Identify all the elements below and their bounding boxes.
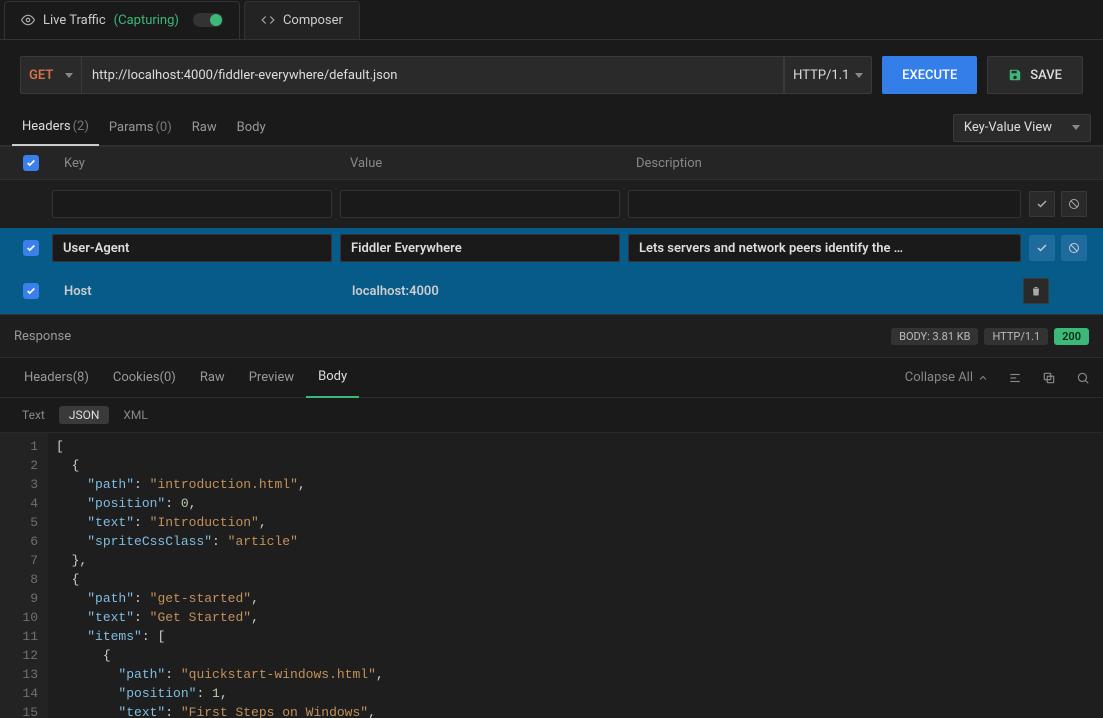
header-row[interactable]: Host localhost:4000	[0, 268, 1103, 314]
new-header-value[interactable]	[340, 190, 620, 218]
chevron-down-icon	[1072, 125, 1080, 130]
tab-headers[interactable]: Headers(2)	[12, 110, 99, 146]
resp-tab-cookies[interactable]: Cookies(0)	[101, 358, 188, 398]
resp-tab-raw[interactable]: Raw	[188, 358, 237, 398]
chevron-down-icon	[855, 73, 863, 78]
row-checkbox[interactable]	[23, 240, 39, 256]
new-header-row	[0, 180, 1103, 228]
confirm-button[interactable]	[1029, 235, 1055, 261]
save-icon	[1008, 68, 1022, 82]
tab-raw[interactable]: Raw	[182, 110, 227, 146]
save-button[interactable]: SAVE	[987, 56, 1083, 94]
select-all-checkbox[interactable]	[23, 155, 39, 171]
header-key[interactable]: User-Agent	[52, 234, 332, 262]
response-title: Response	[14, 329, 71, 344]
header-value: localhost:4000	[340, 284, 628, 299]
body-type-text[interactable]: Text	[22, 408, 45, 422]
header-row[interactable]: User-Agent Fiddler Everywhere Lets serve…	[0, 228, 1103, 268]
col-value: Value	[338, 156, 624, 171]
col-key: Key	[52, 156, 338, 171]
headers-table-head: Key Value Description	[0, 146, 1103, 180]
url-input[interactable]: http://localhost:4000/fiddler-everywhere…	[82, 56, 784, 94]
tab-composer-label: Composer	[283, 13, 343, 28]
eye-icon	[21, 13, 35, 27]
body-type-xml[interactable]: XML	[123, 408, 147, 422]
view-mode-select[interactable]: Key-Value View	[953, 114, 1091, 142]
tab-live-traffic[interactable]: Live Traffic (Capturing)	[4, 1, 240, 39]
code-area[interactable]: [ { "path": "introduction.html", "positi…	[48, 433, 1103, 718]
row-checkbox[interactable]	[23, 283, 39, 299]
tab-params[interactable]: Params(0)	[99, 110, 182, 146]
resp-tab-headers[interactable]: Headers(8)	[12, 358, 101, 398]
http-version-badge: HTTP/1.1	[984, 328, 1048, 345]
new-header-key[interactable]	[52, 190, 332, 218]
body-type-json[interactable]: JSON	[59, 406, 110, 424]
header-desc[interactable]: Lets servers and network peers identify …	[628, 234, 1021, 262]
cancel-button[interactable]	[1061, 191, 1087, 217]
format-icon[interactable]	[1007, 370, 1023, 386]
capturing-status: (Capturing)	[114, 13, 179, 28]
header-key: Host	[52, 284, 340, 299]
status-badge: 200	[1054, 328, 1089, 345]
http-method-select[interactable]: GET	[20, 56, 82, 94]
resp-tab-preview[interactable]: Preview	[237, 358, 306, 398]
confirm-button[interactable]	[1029, 191, 1055, 217]
tab-composer[interactable]: Composer	[244, 1, 360, 39]
response-body-editor[interactable]: 123456789101112131415 [ { "path": "intro…	[0, 433, 1103, 718]
cancel-button[interactable]	[1061, 235, 1087, 261]
http-method-value: GET	[29, 68, 53, 83]
execute-button[interactable]: EXECUTE	[882, 56, 977, 94]
delete-button[interactable]	[1023, 278, 1049, 304]
tab-body[interactable]: Body	[227, 110, 276, 146]
col-description: Description	[624, 156, 935, 171]
body-size-badge: BODY: 3.81 KB	[891, 328, 978, 345]
chevron-down-icon	[65, 73, 73, 78]
resp-tab-body[interactable]: Body	[306, 358, 359, 398]
capture-toggle[interactable]	[193, 13, 223, 27]
line-gutter: 123456789101112131415	[0, 433, 48, 718]
copy-icon[interactable]	[1041, 370, 1057, 386]
http-version-select[interactable]: HTTP/1.1	[784, 56, 872, 94]
new-header-desc[interactable]	[628, 190, 1021, 218]
header-value[interactable]: Fiddler Everywhere	[340, 234, 620, 262]
code-icon	[261, 13, 275, 27]
collapse-all-button[interactable]: Collapse All	[905, 370, 989, 385]
tab-live-traffic-label: Live Traffic	[43, 13, 106, 28]
search-icon[interactable]	[1075, 370, 1091, 386]
